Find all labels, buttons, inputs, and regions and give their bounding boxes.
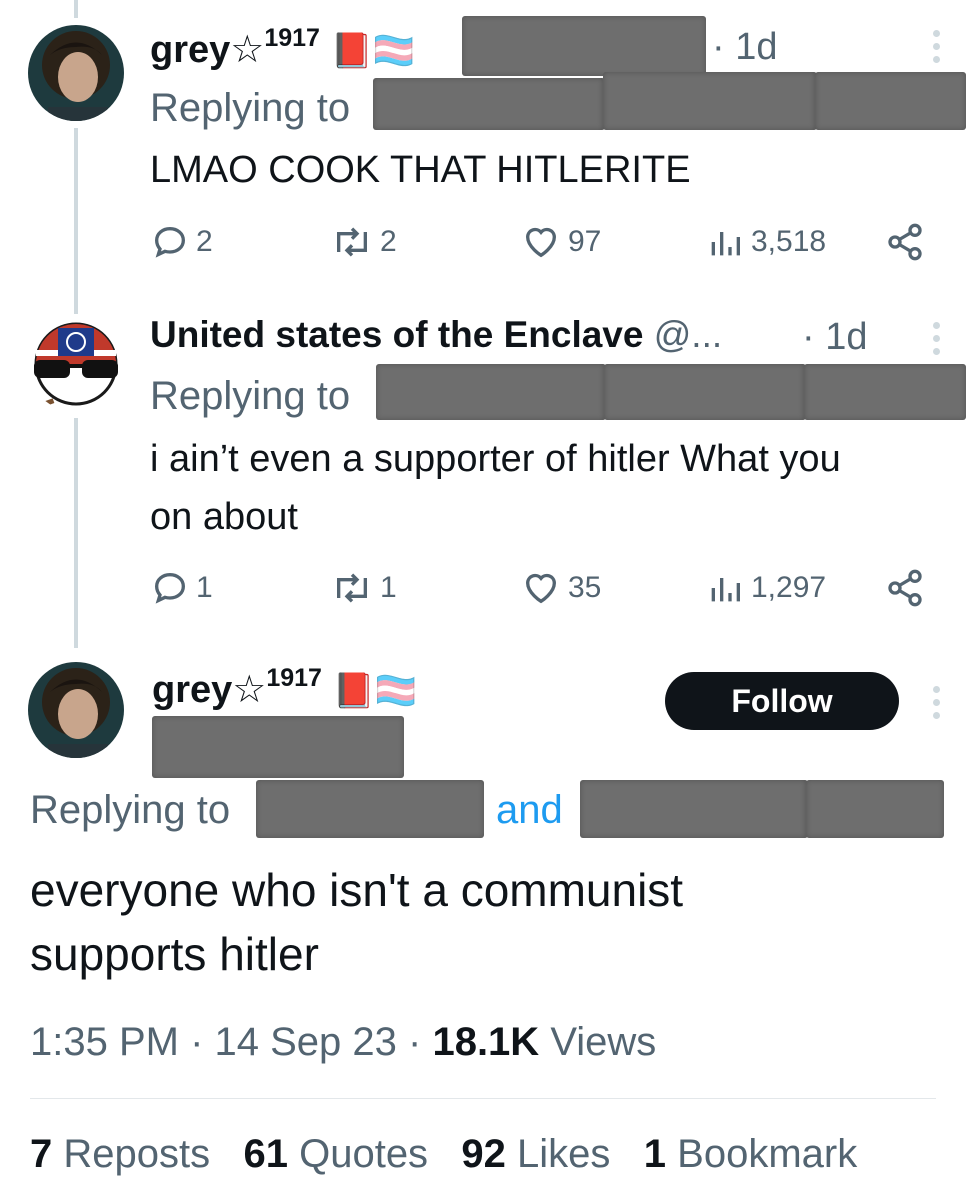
repost-button[interactable]: 2 [330,222,397,262]
more-icon[interactable] [933,30,941,63]
author-handle: @... [653,314,723,355]
reply-button[interactable]: 2 [150,222,213,262]
share-icon [888,223,922,261]
reply-count: 1 [196,571,213,604]
engagement-stats: 7 Reposts 61 Quotes 92 Likes 1 Bookmark [30,1132,857,1177]
reply-count: 2 [196,225,213,258]
author-name[interactable]: grey☆1917 📕🏳️‍⚧️ [150,24,415,72]
avatar[interactable] [28,662,124,758]
like-icon [525,573,557,604]
tweet-timestamp: 1:35 PM · 14 Sep 23 · 18.1K Views [30,1020,657,1064]
more-icon[interactable] [933,322,941,355]
and-label: and [496,788,563,832]
thread-line [74,418,78,648]
views-button[interactable]: 3,518 [705,222,826,262]
tweet-time: · 1d [802,316,868,358]
views-count: 18.1K [432,1020,540,1064]
tweet-text-line: everyone who isn't a communist [30,864,684,916]
tweet-text: LMAO COOK THAT HITLERITE [150,149,691,191]
redacted-mention[interactable] [580,780,808,838]
redacted-handle [152,716,404,778]
like-count: 35 [568,571,602,604]
views-button[interactable]: 1,297 [705,568,826,608]
views-icon [711,578,740,602]
thread-line [74,128,78,314]
views-label: Views [550,1020,657,1064]
views-icon [711,232,740,256]
reply-icon [154,226,186,258]
tweet-text: i ain’t even a supporter of hitler What … [150,430,841,546]
like-button[interactable]: 97 [520,222,601,262]
trans-flag-emoji-icon: 🏳️‍⚧️ [374,672,418,710]
reposts-stat[interactable]: 7 Reposts [30,1132,210,1176]
divider [30,1098,936,1099]
views-count: 3,518 [751,225,827,258]
tweet-text-line: i ain’t even a supporter of hitler What … [150,438,841,480]
reply-button[interactable]: 1 [150,568,213,608]
repost-icon [337,227,367,257]
repost-count: 2 [380,225,397,258]
time-text[interactable]: 1:35 PM [30,1020,179,1064]
redacted-mention[interactable] [806,780,944,838]
likes-stat[interactable]: 92 Likes [461,1132,610,1176]
tweet-text-line: supports hitler [30,928,319,980]
views-count: 1,297 [751,571,827,604]
avatar[interactable] [28,25,124,121]
redacted-mention[interactable] [256,780,484,838]
redacted-handle [462,16,706,76]
thread-line [74,0,78,18]
author-name[interactable]: grey☆1917 📕🏳️‍⚧️ [152,664,417,712]
avatar[interactable] [28,316,124,412]
bookmarks-stat[interactable]: 1 Bookmark [644,1132,857,1176]
quotes-stat[interactable]: 61 Quotes [243,1132,428,1176]
like-count: 97 [568,225,602,258]
reply-icon [154,572,186,604]
share-icon [888,569,922,607]
like-button[interactable]: 35 [520,568,601,608]
replying-to-label: Replying to [30,788,231,832]
redacted-mention[interactable] [603,72,817,130]
redacted-mention[interactable] [815,72,966,130]
repost-button[interactable]: 1 [330,568,397,608]
share-button[interactable] [884,222,926,262]
follow-button[interactable]: Follow [665,672,899,730]
tweet-time: · 1d [712,26,778,68]
tweet-text-line: on about [150,496,298,538]
book-emoji-icon: 📕 [330,32,373,70]
repost-count: 1 [380,571,397,604]
date-text[interactable]: 14 Sep 23 [215,1020,397,1064]
like-icon [525,227,557,258]
replying-to-label: Replying to [150,374,351,418]
replying-to-label: Replying to [150,86,351,130]
repost-icon [337,573,367,603]
share-button[interactable] [884,568,926,608]
redacted-mention[interactable] [376,364,606,420]
book-emoji-icon: 📕 [332,672,375,710]
trans-flag-emoji-icon: 🏳️‍⚧️ [372,32,416,70]
more-icon[interactable] [933,686,941,719]
redacted-mention[interactable] [804,364,966,420]
tweet-text: everyone who isn't a communist supports … [30,858,683,986]
redacted-mention[interactable] [373,78,605,130]
redacted-mention[interactable] [604,364,806,420]
author-name[interactable]: United states of the Enclave @... [150,314,722,356]
